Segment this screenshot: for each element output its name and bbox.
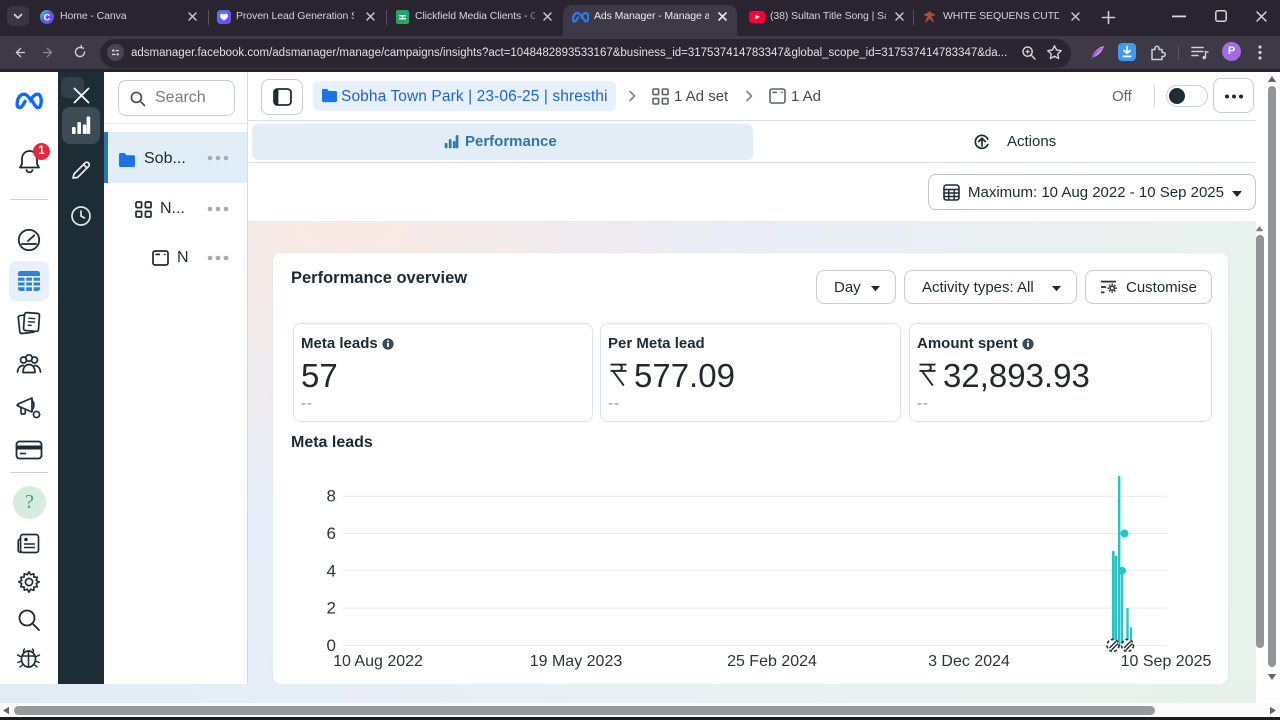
svg-text:3 Dec 2024: 3 Dec 2024 xyxy=(928,653,1010,670)
svg-text:2: 2 xyxy=(327,599,336,618)
svg-text:19 May 2023: 19 May 2023 xyxy=(530,653,623,670)
svg-text:25 Feb 2024: 25 Feb 2024 xyxy=(727,653,817,670)
svg-text:8: 8 xyxy=(327,487,336,506)
svg-text:6: 6 xyxy=(327,524,336,543)
svg-text:10 Aug 2022: 10 Aug 2022 xyxy=(333,653,423,670)
svg-text:4: 4 xyxy=(327,561,336,580)
svg-text:10 Sep 2025: 10 Sep 2025 xyxy=(1121,653,1212,670)
svg-text:C: C xyxy=(44,12,51,23)
